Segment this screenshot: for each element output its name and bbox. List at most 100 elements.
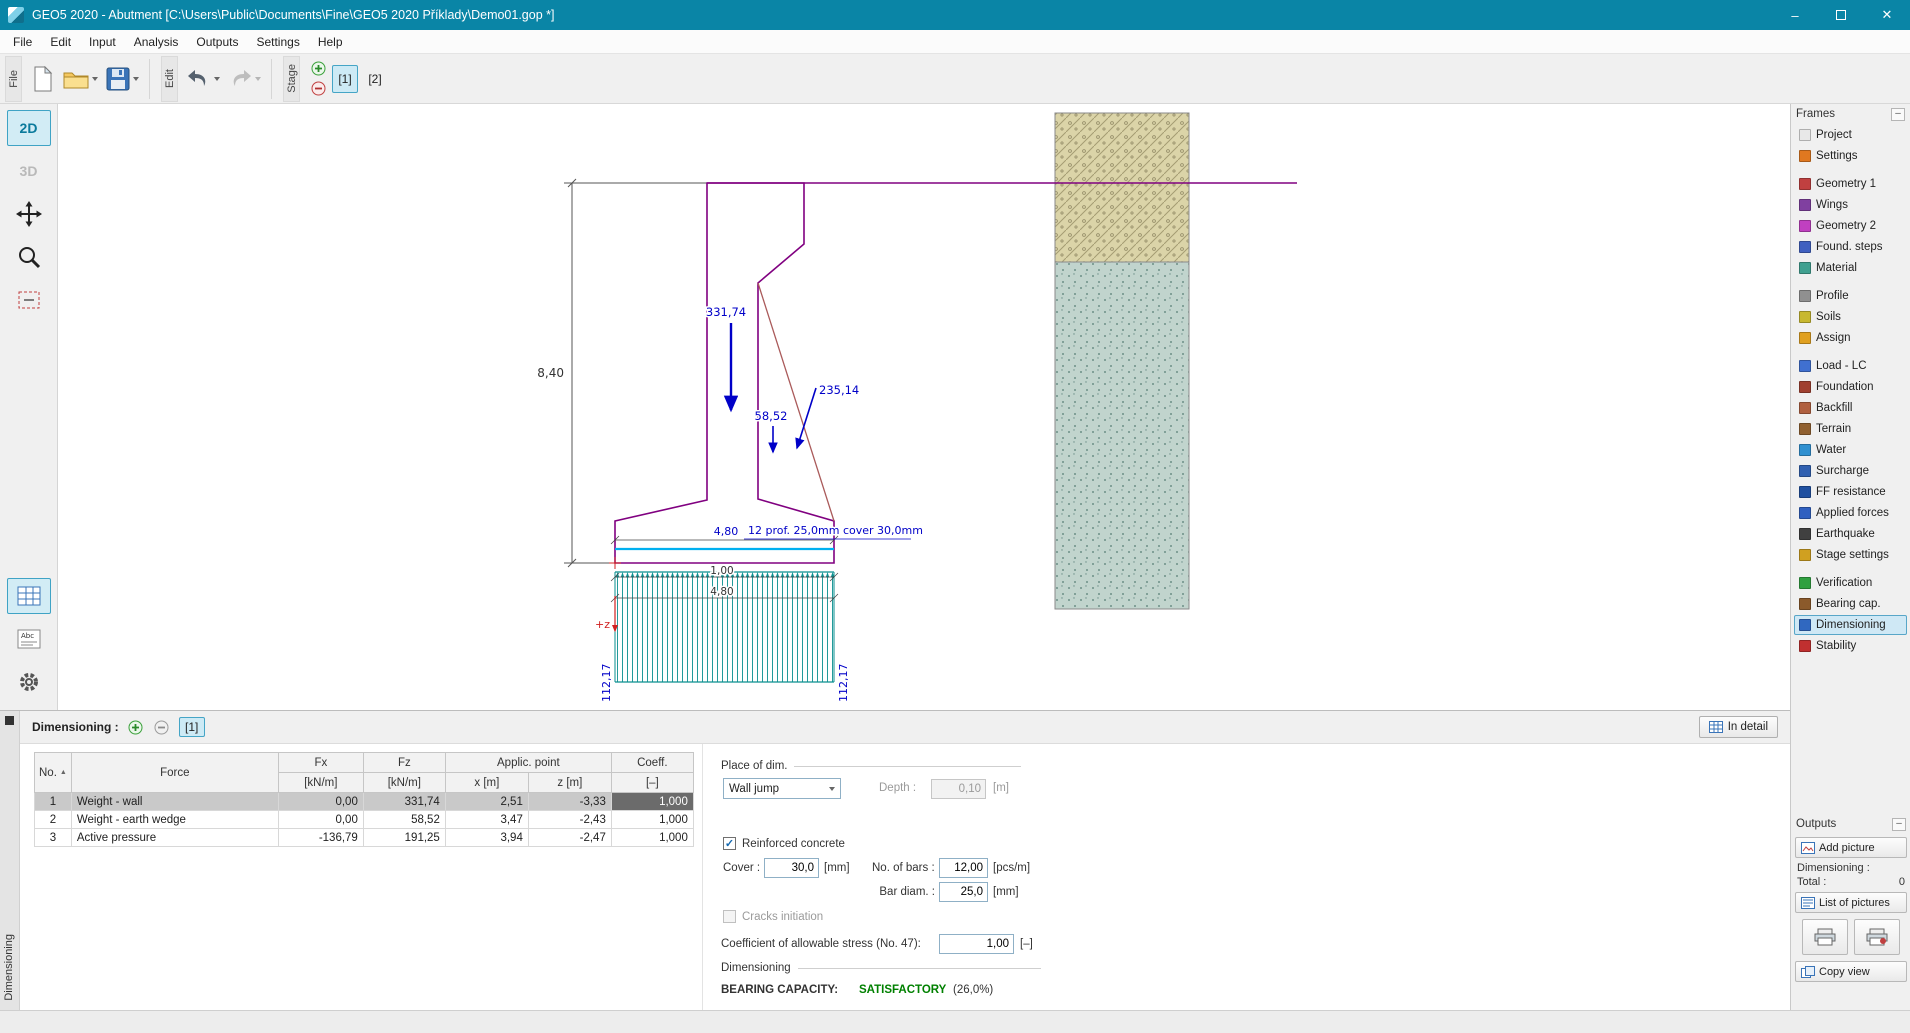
frames-item-ff-resistance[interactable]: FF resistance (1794, 482, 1907, 502)
frames-item-bearing-cap[interactable]: Bearing cap. (1794, 594, 1907, 614)
list-of-pictures-label: List of pictures (1819, 897, 1890, 909)
copy-view-button[interactable]: Copy view (1795, 961, 1907, 982)
menu-help[interactable]: Help (309, 32, 352, 52)
cracks-initiation-label: Cracks initiation (742, 911, 823, 923)
frames-item-surcharge[interactable]: Surcharge (1794, 461, 1907, 481)
maximize-button[interactable] (1818, 0, 1864, 30)
stage-remove-button[interactable] (311, 81, 326, 96)
col-fx-unit: [kN/m] (278, 773, 363, 793)
menu-edit[interactable]: Edit (41, 32, 80, 52)
file-group-button[interactable]: File (5, 56, 22, 102)
pan-tool-button[interactable] (7, 196, 51, 232)
frames-item-soils[interactable]: Soils (1794, 307, 1907, 327)
print-document-button[interactable] (1802, 919, 1848, 955)
frames-item-backfill[interactable]: Backfill (1794, 398, 1907, 418)
minimize-button[interactable]: – (1772, 0, 1818, 30)
frames-item-earthquake[interactable]: Earthquake (1794, 524, 1907, 544)
menu-outputs[interactable]: Outputs (187, 32, 247, 52)
bar-diam-unit: [mm] (993, 886, 1019, 898)
frames-item-stability[interactable]: Stability (1794, 636, 1907, 656)
analysis-tab-1[interactable]: [1] (179, 717, 205, 737)
legend-abc-icon: Abc (17, 629, 41, 649)
frames-minimize-button[interactable]: – (1891, 108, 1905, 121)
save-dropdown-icon[interactable] (133, 77, 139, 81)
view-3d-label: 3D (20, 163, 38, 179)
frames-item-material[interactable]: Material (1794, 258, 1907, 278)
forces-table: No.▲ Force Fx Fz Applic. point Coeff. [k… (34, 752, 694, 847)
list-of-pictures-button[interactable]: List of pictures (1795, 892, 1907, 913)
remove-analysis-button[interactable] (153, 718, 171, 736)
outputs-minimize-button[interactable]: – (1892, 818, 1906, 831)
bottom-panel-tab[interactable]: Dimensioning (3, 934, 15, 1001)
frames-item-label: Assign (1816, 332, 1851, 344)
stage-tab-1[interactable]: [1] (332, 65, 358, 93)
material-icon (1799, 262, 1811, 274)
zoom-tool-button[interactable] (7, 239, 51, 275)
close-button[interactable]: ✕ (1864, 0, 1910, 30)
add-picture-button[interactable]: Add picture (1795, 837, 1907, 858)
frames-item-terrain[interactable]: Terrain (1794, 419, 1907, 439)
view-2d-button[interactable]: 2D (7, 110, 51, 146)
col-no[interactable]: No.▲ (35, 753, 72, 793)
outputs-dimensioning-row: Dimensioning : (1791, 861, 1910, 875)
col-coeff[interactable]: Coeff. (611, 753, 693, 773)
place-of-dim-select[interactable]: Wall jump (723, 778, 841, 799)
frames-item-verification[interactable]: Verification (1794, 573, 1907, 593)
drawing-settings-button[interactable] (7, 664, 51, 700)
force-arrows: 331,74 58,52 235,14 (706, 305, 859, 452)
col-force[interactable]: Force (71, 753, 278, 793)
add-analysis-button[interactable] (127, 718, 145, 736)
frames-item-applied-forces[interactable]: Applied forces (1794, 503, 1907, 523)
undo-button[interactable] (183, 58, 224, 100)
tables-view-button[interactable] (7, 578, 51, 614)
drawing-canvas[interactable]: 8,40 331,74 58,52 235,14 4,80 12 prof. 2… (58, 104, 1790, 710)
legend-view-button[interactable]: Abc (7, 621, 51, 657)
menu-file[interactable]: File (4, 32, 41, 52)
printer-picture-icon (1866, 928, 1888, 946)
frames-item-water[interactable]: Water (1794, 440, 1907, 460)
force-row[interactable]: 2 Weight - earth wedge 0,00 58,52 3,47 -… (35, 811, 694, 829)
frames-item-label: Project (1816, 129, 1852, 141)
new-file-button[interactable] (27, 58, 59, 100)
col-fx[interactable]: Fx (278, 753, 363, 773)
print-picture-button[interactable] (1854, 919, 1900, 955)
frames-item-load-lc[interactable]: Load - LC (1794, 356, 1907, 376)
stage-tab-2[interactable]: [2] (362, 65, 388, 93)
undo-icon (187, 69, 211, 89)
col-applic-point[interactable]: Applic. point (445, 753, 611, 773)
zoom-extents-button[interactable] (7, 282, 51, 318)
frames-item-wings[interactable]: Wings (1794, 195, 1907, 215)
force-row[interactable]: 3 Active pressure -136,79 191,25 3,94 -2… (35, 829, 694, 847)
force-row[interactable]: 1 Weight - wall 0,00 331,74 2,51 -3,33 1… (35, 793, 694, 811)
frames-item-profile[interactable]: Profile (1794, 286, 1907, 306)
open-file-button[interactable] (59, 58, 102, 100)
frames-item-foundation[interactable]: Foundation (1794, 377, 1907, 397)
frames-item-stage-settings[interactable]: Stage settings (1794, 545, 1907, 565)
frames-item-geometry-1[interactable]: Geometry 1 (1794, 174, 1907, 194)
panel-grip[interactable] (5, 716, 14, 725)
in-detail-button[interactable]: In detail (1699, 716, 1778, 738)
no-of-bars-input[interactable] (939, 858, 988, 878)
coeff-allowable-stress-input[interactable] (939, 934, 1014, 954)
undo-dropdown-icon[interactable] (214, 77, 220, 81)
col-fz[interactable]: Fz (363, 753, 445, 773)
cover-input[interactable] (764, 858, 819, 878)
frames-item-found-steps[interactable]: Found. steps (1794, 237, 1907, 257)
frames-item-geometry-2[interactable]: Geometry 2 (1794, 216, 1907, 236)
menu-input[interactable]: Input (80, 32, 125, 52)
frames-item-dimensioning[interactable]: Dimensioning (1794, 615, 1907, 635)
frames-item-label: Wings (1816, 199, 1848, 211)
frames-item-label: Dimensioning (1816, 619, 1886, 631)
frames-item-settings[interactable]: Settings (1794, 146, 1907, 166)
stage-add-button[interactable] (311, 61, 326, 76)
frames-item-assign[interactable]: Assign (1794, 328, 1907, 348)
open-dropdown-icon[interactable] (92, 77, 98, 81)
settings-icon (1799, 150, 1811, 162)
frames-item-project[interactable]: Project (1794, 125, 1907, 145)
menu-analysis[interactable]: Analysis (125, 32, 188, 52)
reinforced-concrete-checkbox[interactable] (723, 837, 736, 850)
bar-diam-input[interactable] (939, 882, 988, 902)
save-file-button[interactable] (102, 58, 143, 100)
menu-settings[interactable]: Settings (247, 32, 308, 52)
frames-item-label: Foundation (1816, 381, 1874, 393)
